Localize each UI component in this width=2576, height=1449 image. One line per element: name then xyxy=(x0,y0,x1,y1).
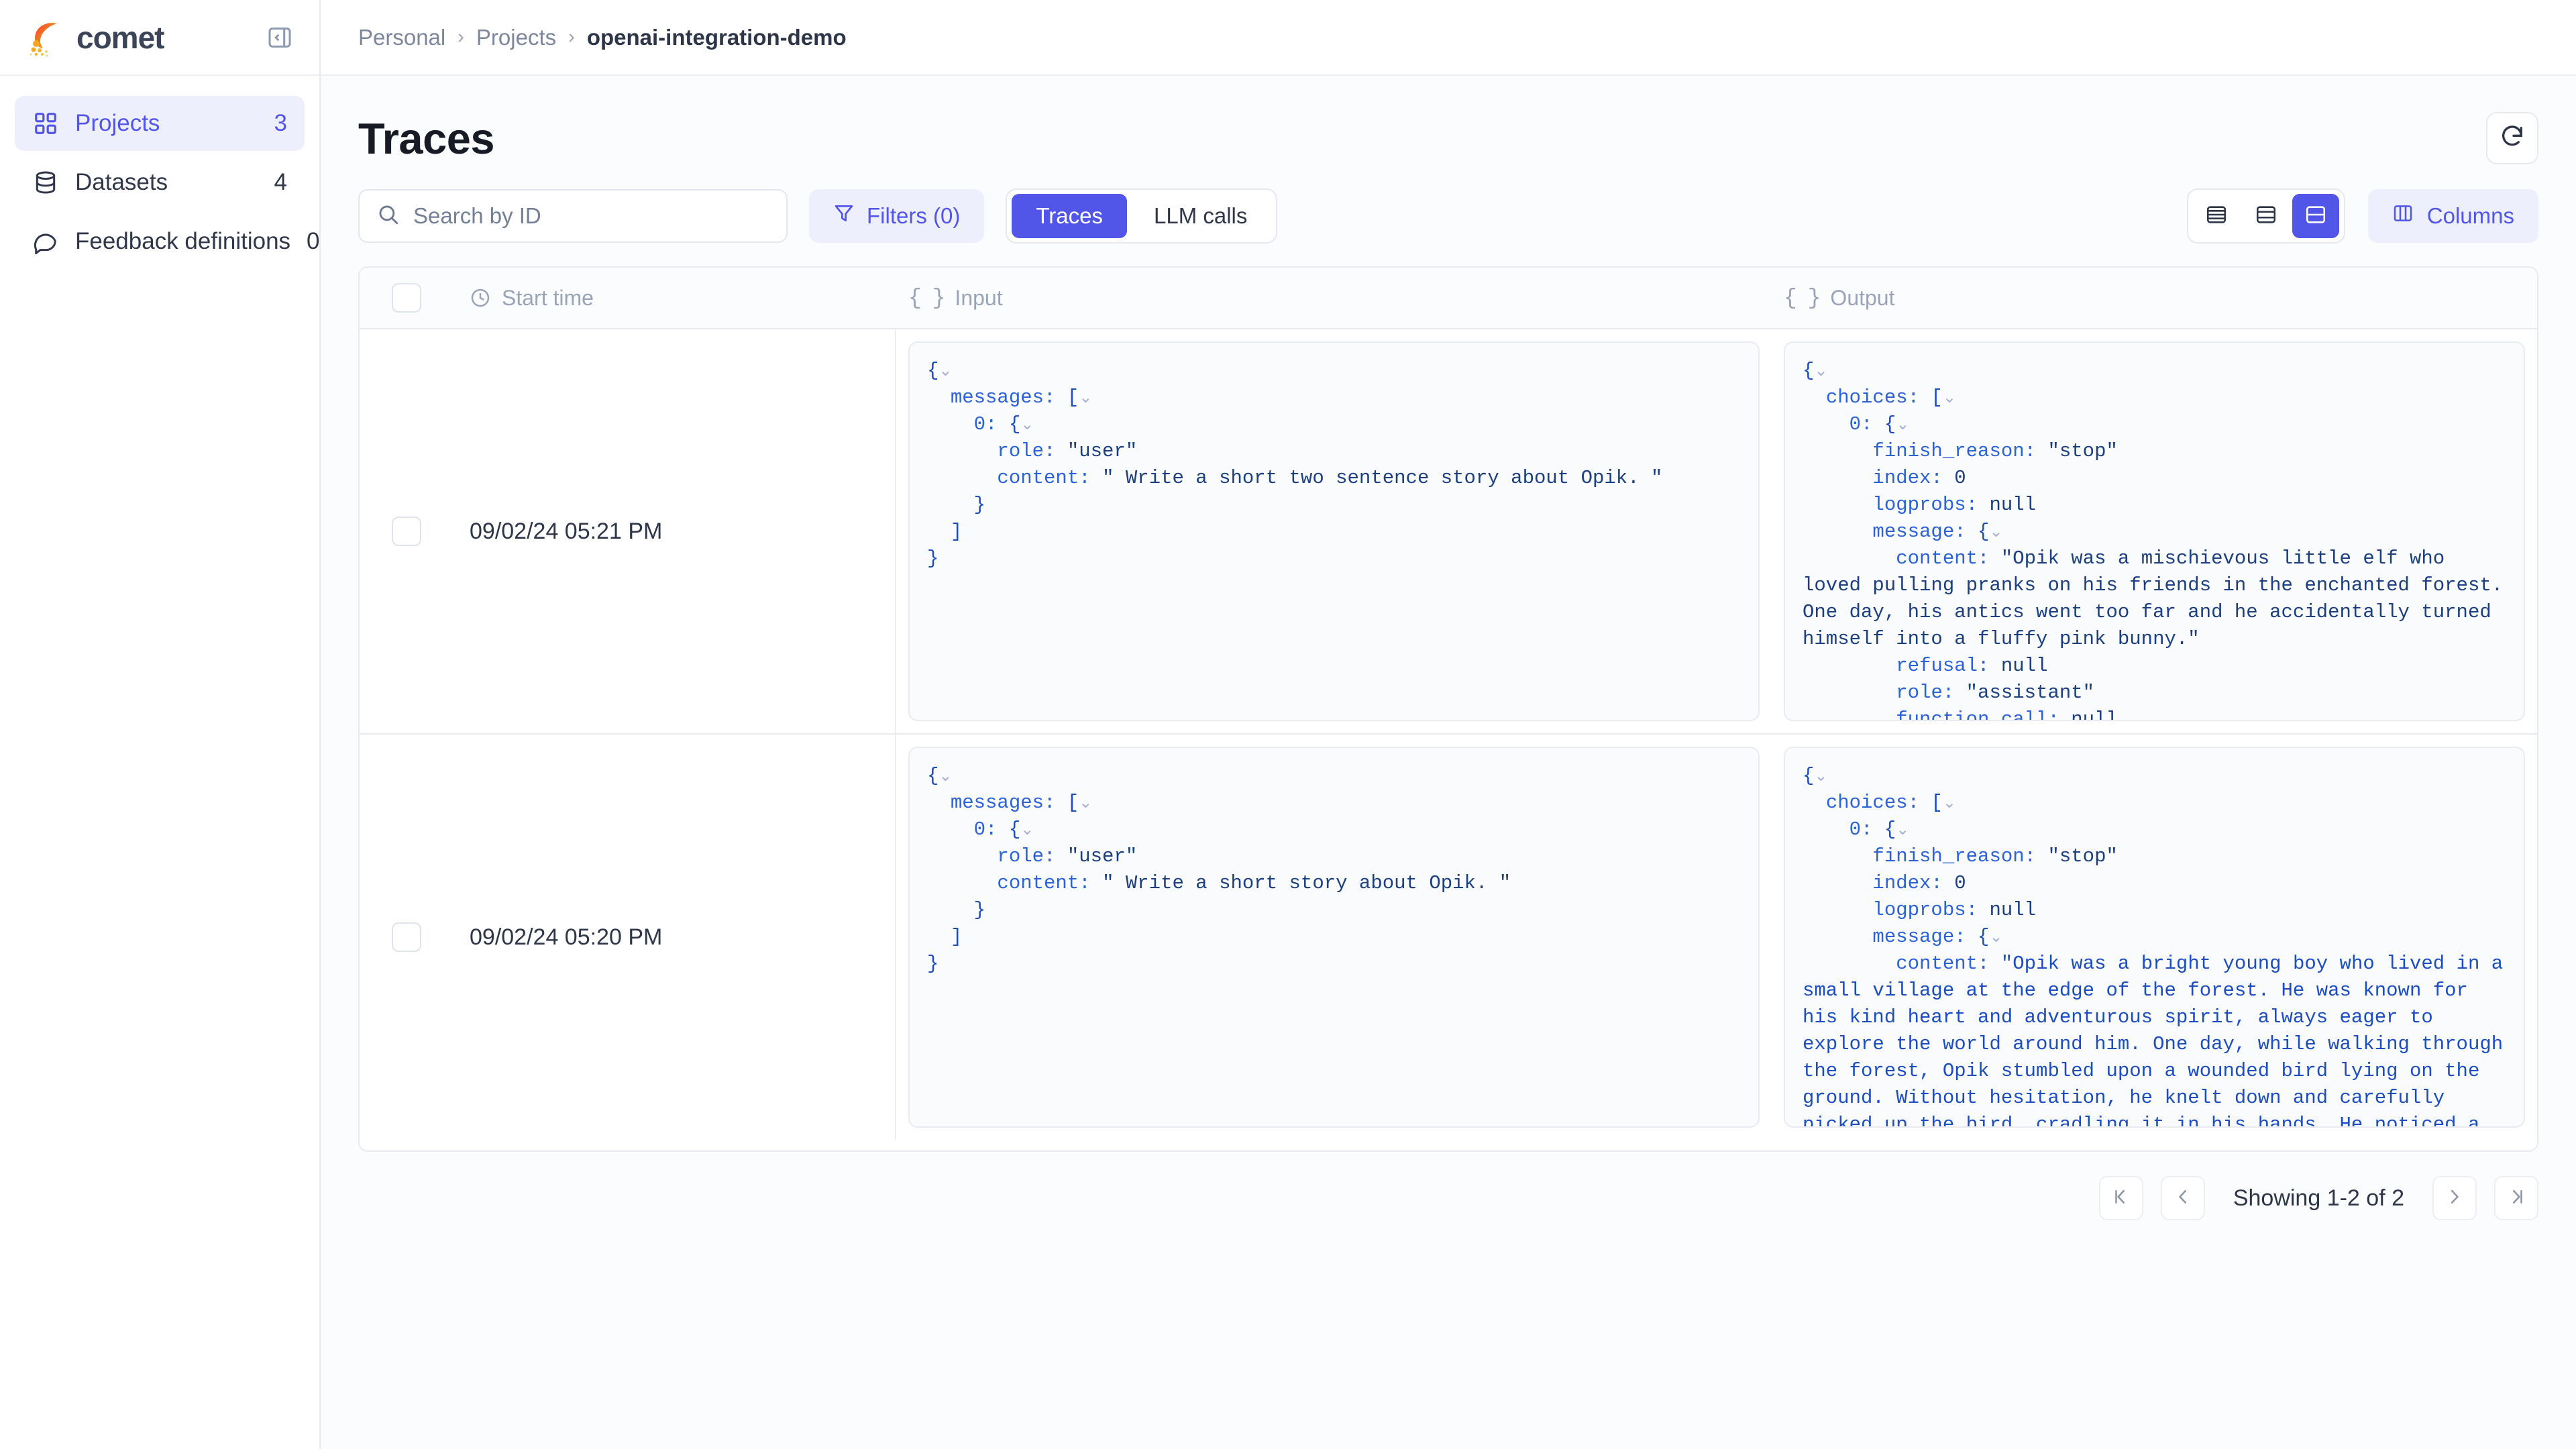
search-box[interactable] xyxy=(358,189,788,243)
row-height-medium-button[interactable] xyxy=(2243,194,2290,238)
database-icon xyxy=(32,169,59,196)
sidebar-item-label: Datasets xyxy=(75,169,258,196)
sidebar-item-count: 0 xyxy=(307,228,319,255)
row-checkbox[interactable] xyxy=(392,922,421,952)
sidebar-item-label: Feedback definitions xyxy=(75,228,290,255)
braces-icon: { } xyxy=(908,286,944,311)
chevron-right-icon xyxy=(2445,1187,2465,1210)
column-header-input[interactable]: { } Input xyxy=(896,286,1772,311)
page-content: Traces xyxy=(321,76,2576,1449)
sidebar-item-feedback-definitions[interactable]: Feedback definitions 0 xyxy=(15,214,305,269)
breadcrumb-item-personal[interactable]: Personal xyxy=(358,25,445,50)
chevron-last-icon xyxy=(2506,1187,2526,1210)
breadcrumb: Personal › Projects › openai-integration… xyxy=(321,0,2576,76)
toolbar: Filters (0) Traces LLM calls xyxy=(358,189,2538,266)
toolbar-right: Columns xyxy=(2187,189,2538,244)
column-header-label: Start time xyxy=(502,286,594,311)
cell-input[interactable]: {⌄ messages: [⌄ 0: {⌄ role: "user" conte… xyxy=(896,329,1772,733)
filters-button[interactable]: Filters (0) xyxy=(809,189,984,243)
page-header: Traces xyxy=(358,76,2538,189)
traces-table: Start time { } Input { } Output xyxy=(358,266,2538,1152)
prev-page-button[interactable] xyxy=(2161,1176,2205,1220)
columns-icon xyxy=(2392,203,2414,229)
table-row[interactable]: 09/02/24 05:21 PM {⌄ messages: [⌄ 0: {⌄ … xyxy=(360,329,2537,735)
column-header-start-time[interactable]: Start time xyxy=(453,286,896,311)
app-root: comet Proj xyxy=(0,0,2576,1449)
sidebar: comet Proj xyxy=(0,0,321,1449)
json-viewer-input[interactable]: {⌄ messages: [⌄ 0: {⌄ role: "user" conte… xyxy=(908,341,1760,721)
refresh-icon xyxy=(2499,123,2526,154)
select-all-cell xyxy=(360,283,453,313)
breadcrumb-item-current: openai-integration-demo xyxy=(587,25,847,50)
rows-medium-icon xyxy=(2255,203,2277,229)
braces-icon: { } xyxy=(1784,286,1819,311)
sidebar-nav: Projects 3 Datasets 4 xyxy=(0,76,319,269)
row-height-compact-button[interactable] xyxy=(2193,194,2240,238)
search-icon xyxy=(377,203,400,229)
cell-output[interactable]: {⌄ choices: [⌄ 0: {⌄ finish_reason: "sto… xyxy=(1772,329,2537,733)
row-select-cell xyxy=(360,329,453,733)
grid-icon xyxy=(32,110,59,137)
page-title: Traces xyxy=(358,113,494,164)
breadcrumb-separator: › xyxy=(568,26,575,48)
rows-tall-icon xyxy=(2304,203,2327,229)
sidebar-collapse-button[interactable] xyxy=(266,23,294,52)
breadcrumb-item-projects[interactable]: Projects xyxy=(476,25,556,50)
rows-compact-icon xyxy=(2205,203,2228,229)
json-viewer-output[interactable]: {⌄ choices: [⌄ 0: {⌄ finish_reason: "sto… xyxy=(1784,341,2525,721)
first-page-button[interactable] xyxy=(2099,1176,2143,1220)
chevron-left-icon xyxy=(2173,1187,2193,1210)
sidebar-item-datasets[interactable]: Datasets 4 xyxy=(15,155,305,210)
json-viewer-input[interactable]: {⌄ messages: [⌄ 0: {⌄ role: "user" conte… xyxy=(908,747,1760,1128)
breadcrumb-separator: › xyxy=(458,26,464,48)
table-header-row: Start time { } Input { } Output xyxy=(360,268,2537,329)
refresh-button[interactable] xyxy=(2486,112,2538,164)
clock-icon xyxy=(470,287,491,309)
columns-label: Columns xyxy=(2427,203,2514,229)
column-header-label: Output xyxy=(1830,286,1894,311)
main-area: Personal › Projects › openai-integration… xyxy=(321,0,2576,1449)
pagination-label: Showing 1-2 of 2 xyxy=(2222,1185,2415,1212)
brand-name: comet xyxy=(76,19,164,56)
cell-input[interactable]: {⌄ messages: [⌄ 0: {⌄ role: "user" conte… xyxy=(896,735,1772,1140)
row-height-tall-button[interactable] xyxy=(2292,194,2339,238)
view-tabs: Traces LLM calls xyxy=(1006,189,1277,244)
chevron-first-icon xyxy=(2111,1187,2131,1210)
column-header-label: Input xyxy=(955,286,1002,311)
json-viewer-output[interactable]: {⌄ choices: [⌄ 0: {⌄ finish_reason: "sto… xyxy=(1784,747,2525,1128)
sidebar-header: comet xyxy=(0,0,319,76)
brand[interactable]: comet xyxy=(25,17,164,58)
row-checkbox[interactable] xyxy=(392,517,421,546)
last-page-button[interactable] xyxy=(2494,1176,2538,1220)
next-page-button[interactable] xyxy=(2432,1176,2477,1220)
comet-logo-icon xyxy=(25,17,67,58)
cell-start-time: 09/02/24 05:21 PM xyxy=(453,329,896,733)
search-input[interactable] xyxy=(413,203,769,229)
filter-icon xyxy=(833,203,855,229)
comment-icon xyxy=(32,228,59,255)
columns-button[interactable]: Columns xyxy=(2368,189,2538,243)
sidebar-item-projects[interactable]: Projects 3 xyxy=(15,96,305,151)
filters-label: Filters (0) xyxy=(867,203,960,229)
toolbar-left: Filters (0) Traces LLM calls xyxy=(358,189,1277,244)
sidebar-item-count: 4 xyxy=(274,169,287,196)
cell-start-time: 09/02/24 05:20 PM xyxy=(453,735,896,1140)
row-select-cell xyxy=(360,735,453,1140)
sidebar-item-label: Projects xyxy=(75,110,258,137)
pagination: Showing 1-2 of 2 xyxy=(358,1152,2538,1220)
tab-llm-calls[interactable]: LLM calls xyxy=(1130,194,1271,238)
sidebar-item-count: 3 xyxy=(274,110,287,137)
cell-output[interactable]: {⌄ choices: [⌄ 0: {⌄ finish_reason: "sto… xyxy=(1772,735,2537,1140)
select-all-checkbox[interactable] xyxy=(392,283,421,313)
column-header-output[interactable]: { } Output xyxy=(1772,286,2537,311)
tab-traces[interactable]: Traces xyxy=(1012,194,1127,238)
row-height-toggle xyxy=(2187,189,2345,244)
table-row[interactable]: 09/02/24 05:20 PM {⌄ messages: [⌄ 0: {⌄ … xyxy=(360,735,2537,1140)
